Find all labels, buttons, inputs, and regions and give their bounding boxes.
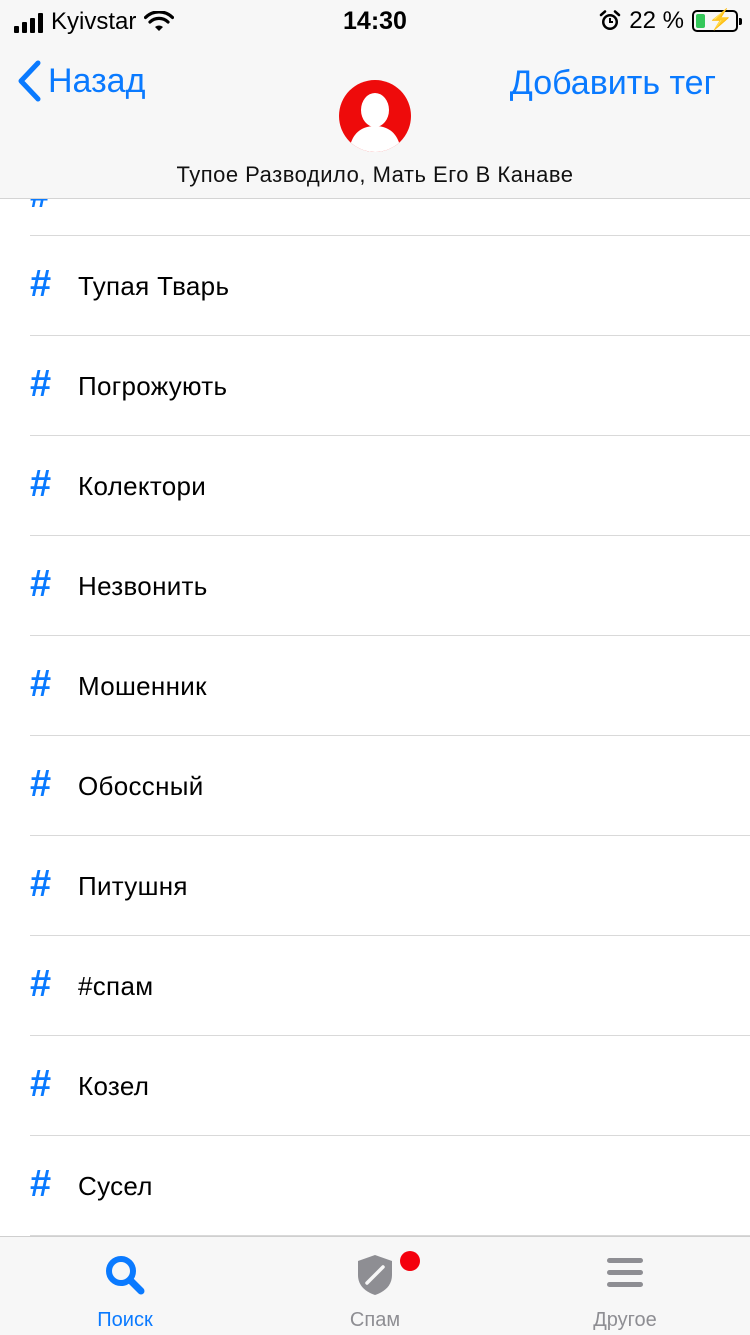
hashtag-icon: #	[30, 563, 52, 605]
hashtag-icon: #	[30, 263, 52, 305]
hashtag-icon: #	[30, 663, 52, 705]
tab-search[interactable]: Поиск	[0, 1237, 250, 1335]
menu-icon	[607, 1258, 643, 1287]
list-item[interactable]: # Колектори	[30, 436, 750, 536]
person-silhouette-icon	[349, 93, 401, 152]
tag-label: Погрожують	[78, 371, 228, 401]
tag-label: Сусел	[78, 1171, 153, 1201]
list-item[interactable]: # Мошенник	[30, 636, 750, 736]
list-item[interactable]: # Незвонить	[30, 536, 750, 636]
tag-label: Незвонить	[78, 571, 208, 601]
tab-bar: Поиск Спам Другое	[0, 1236, 750, 1335]
back-button-label: Назад	[48, 61, 146, 100]
search-icon	[106, 1256, 145, 1295]
list-item[interactable]: # Сусел	[30, 1136, 750, 1236]
tab-other-label: Другое	[593, 1309, 657, 1331]
tag-label: Колектори	[78, 471, 207, 501]
list-item[interactable]: # Питушня	[30, 836, 750, 936]
contact-name: Тупое Разводило, Мать Его В Канаве	[176, 162, 574, 187]
tab-spam-label: Спам	[349, 1309, 401, 1331]
tag-label: #спам	[78, 971, 154, 1001]
battery-percent: 22 %	[629, 7, 684, 34]
notification-badge	[400, 1251, 420, 1271]
hashtag-icon: #	[30, 863, 52, 905]
battery-icon: ⚡	[692, 9, 742, 32]
hashtag-icon: #	[30, 199, 49, 216]
list-item[interactable]: # Тупая Тварь	[30, 236, 750, 336]
list-item[interactable]: # Обоссный	[30, 736, 750, 836]
tag-list: # # Тупая Тварь # Погрожують # Колектори…	[0, 199, 750, 1236]
tag-label: Питушня	[78, 871, 188, 901]
tag-label: Тупая Тварь	[78, 271, 230, 301]
list-item[interactable]: # #спам	[30, 936, 750, 1036]
navigation-header: Назад Добавить тег Тупое Разводило, Мать…	[0, 42, 750, 199]
status-bar: Kyivstar 14:30 22 % ⚡	[0, 0, 750, 42]
chevron-left-icon	[18, 60, 41, 102]
hashtag-icon: #	[30, 1163, 52, 1205]
hashtag-icon: #	[30, 963, 52, 1005]
tab-spam[interactable]: Спам	[250, 1237, 500, 1335]
tag-label: Мошенник	[78, 671, 207, 701]
shield-icon	[358, 1255, 392, 1295]
hashtag-icon: #	[30, 463, 52, 505]
tag-label: Обоссный	[78, 771, 204, 801]
list-item[interactable]: # Козел	[30, 1036, 750, 1136]
list-item[interactable]: # Погрожують	[30, 336, 750, 436]
hashtag-icon: #	[30, 363, 52, 405]
hashtag-icon: #	[30, 763, 52, 805]
alarm-icon	[600, 10, 621, 30]
list-item-partial: #	[30, 199, 750, 236]
hashtag-icon: #	[30, 1063, 52, 1105]
tag-label: Козел	[78, 1071, 150, 1101]
tab-other[interactable]: Другое	[500, 1237, 750, 1335]
avatar	[339, 80, 411, 152]
add-tag-button[interactable]: Добавить тег	[510, 64, 716, 103]
tab-search-label: Поиск	[97, 1309, 153, 1331]
back-button[interactable]: Назад	[16, 60, 145, 102]
